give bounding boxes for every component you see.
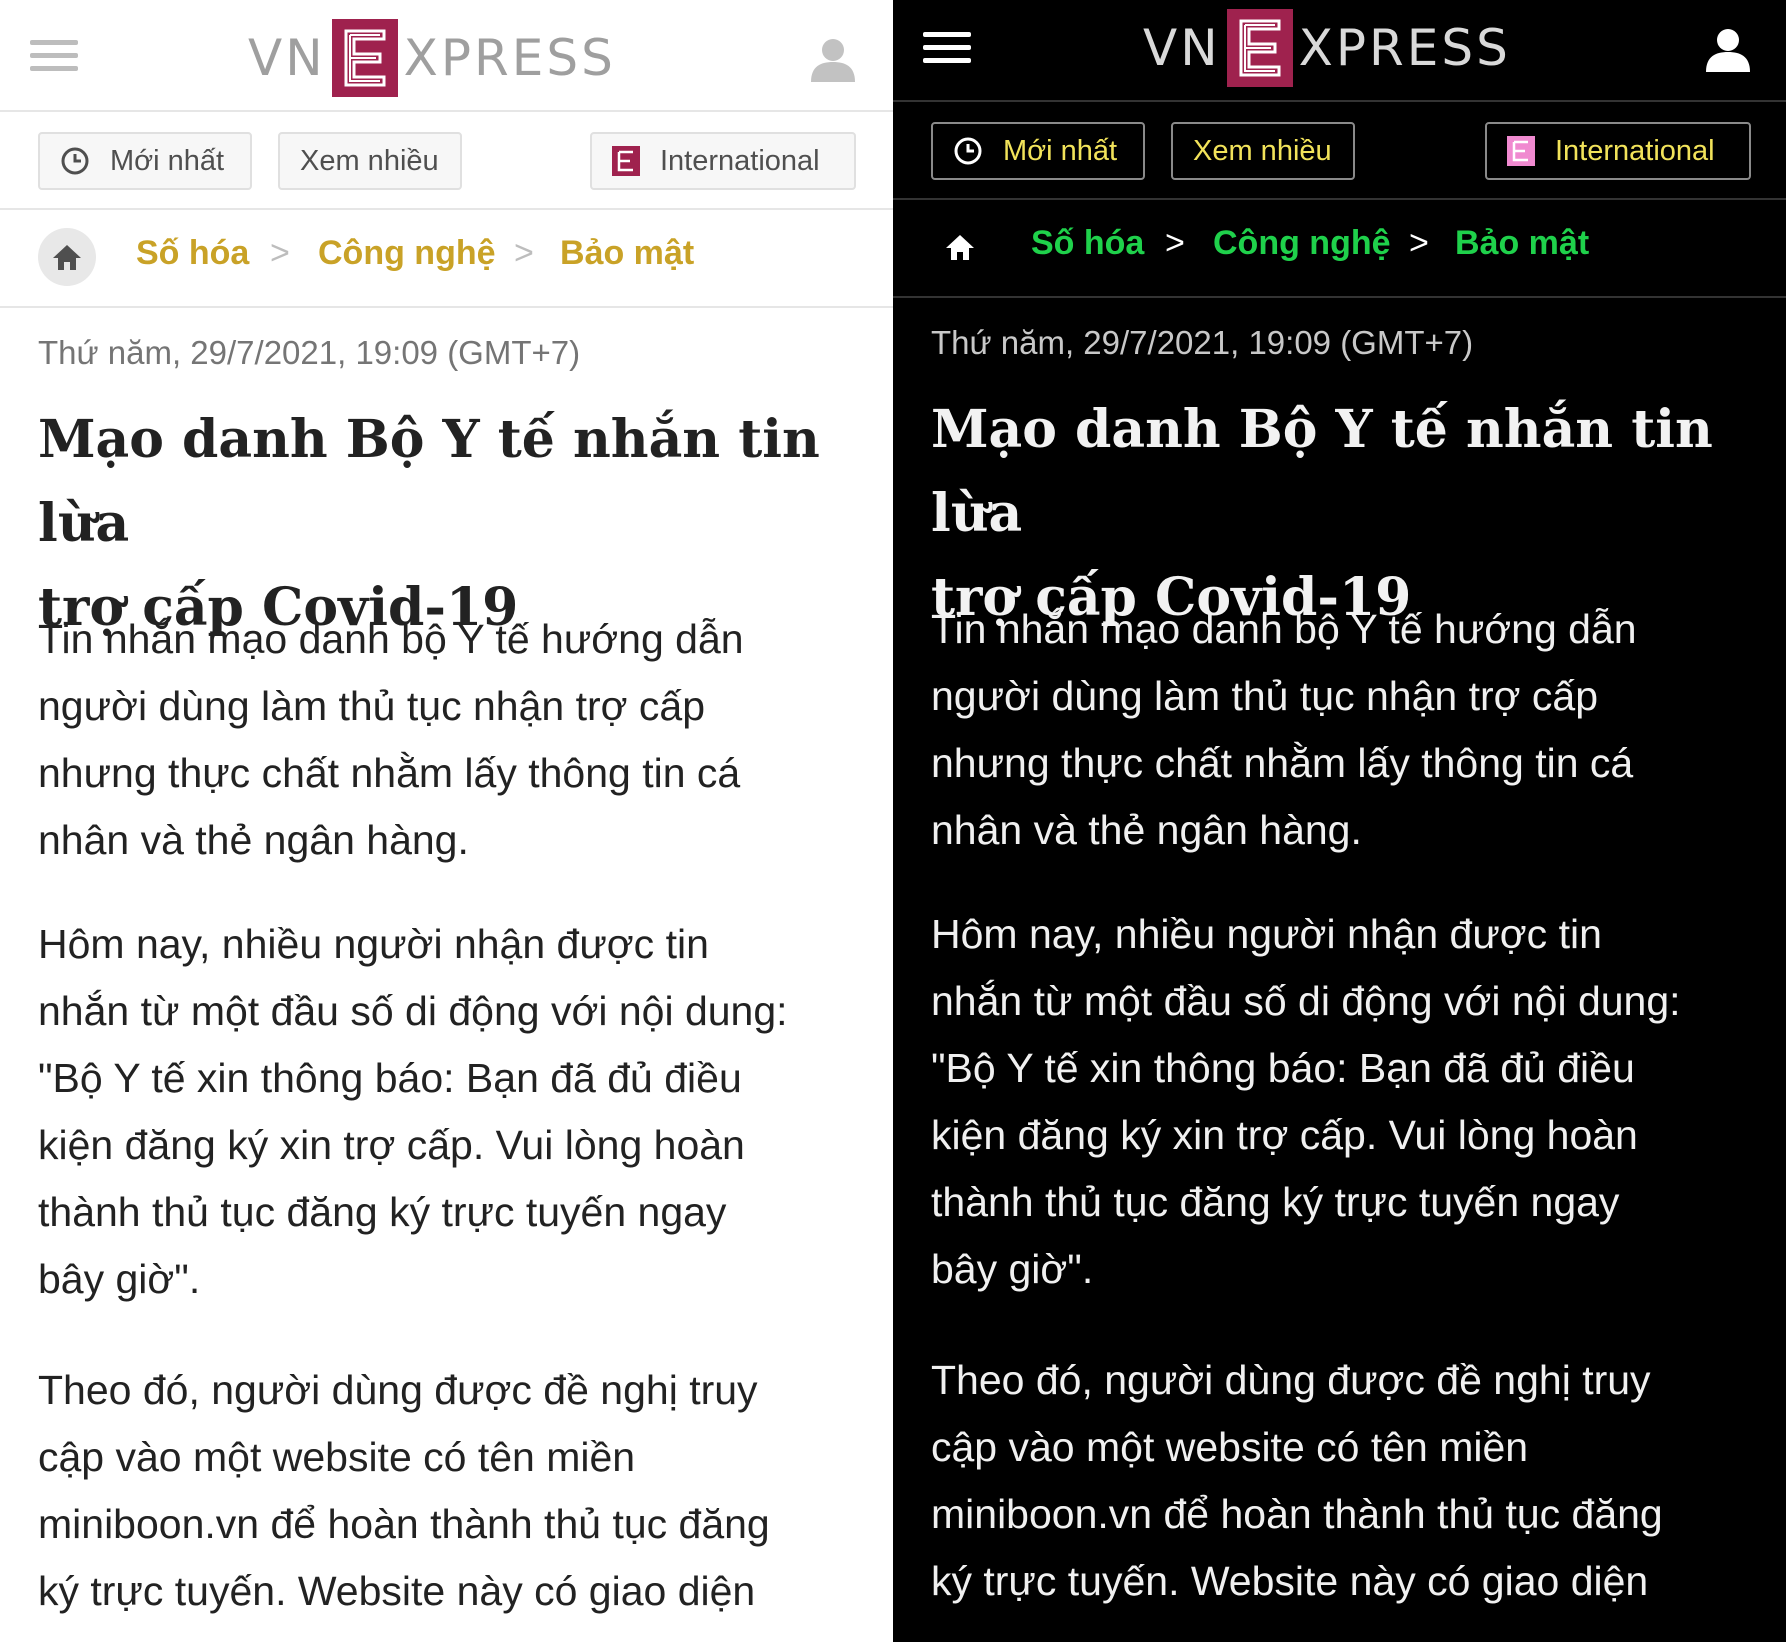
article-lead: Tin nhắn mạo danh bộ Y tế hướng dẫn người…: [38, 616, 744, 863]
title-line: Mạo danh Bộ Y tế nhắn tin lừa: [931, 399, 1713, 544]
article-paragraph: Hôm nay, nhiều người nhận được tin nhắn t…: [38, 921, 788, 1302]
clock-icon: [953, 136, 983, 166]
breadcrumb-separator: >: [1165, 224, 1185, 262]
article-date: Thứ năm, 29/7/2021, 19:09 (GMT+7): [931, 324, 1474, 361]
clock-icon: [60, 146, 90, 176]
international-label: International: [660, 144, 820, 177]
newest-label: Mới nhất: [110, 144, 225, 177]
e-logo-icon: [612, 146, 640, 176]
most-viewed-button[interactable]: Xem nhiều: [278, 132, 462, 190]
breadcrumb-separator: >: [514, 234, 534, 272]
logo-e-icon: [1226, 9, 1293, 87]
logo-e-icon: [331, 19, 398, 97]
title-line: Mạo danh Bộ Y tế nhắn tin lừa: [38, 409, 820, 554]
article-paragraph: Hôm nay, nhiều người nhận được tin nhắn t…: [931, 911, 1681, 1292]
navbar: Mới nhất Xem nhiều International: [893, 102, 1786, 200]
home-icon[interactable]: [931, 218, 989, 276]
international-label: International: [1555, 134, 1715, 167]
user-icon[interactable]: [1703, 24, 1753, 74]
light-mode-screenshot: VN XPRESS Mới nhất Xem nhiều Internation…: [0, 0, 893, 1642]
newest-button[interactable]: Mới nhất: [931, 122, 1145, 180]
menu-icon[interactable]: [923, 32, 971, 64]
dark-mode-screenshot: VN XPRESS Mới nhất Xem nhiều Internation…: [893, 0, 1786, 1642]
breadcrumb-separator: >: [270, 234, 290, 272]
e-logo-icon: [1507, 136, 1535, 166]
breadcrumb-item-so-hoa[interactable]: Số hóa: [136, 234, 249, 273]
breadcrumb-item-cong-nghe[interactable]: Công nghệ: [1213, 224, 1391, 263]
logo-xpress-text: XPRESS: [1298, 19, 1511, 77]
home-icon[interactable]: [38, 228, 96, 286]
most-viewed-label: Xem nhiều: [1193, 134, 1332, 167]
vnexpress-logo[interactable]: VN XPRESS: [248, 18, 616, 98]
logo-xpress-text: XPRESS: [403, 29, 616, 87]
international-button[interactable]: International: [590, 132, 856, 190]
breadcrumb-separator: >: [1409, 224, 1429, 262]
international-button[interactable]: International: [1485, 122, 1751, 180]
user-icon[interactable]: [808, 34, 858, 84]
newest-button[interactable]: Mới nhất: [38, 132, 252, 190]
newest-label: Mới nhất: [1003, 134, 1118, 167]
menu-icon[interactable]: [30, 40, 78, 72]
breadcrumb-item-bao-mat[interactable]: Bảo mật: [560, 234, 694, 273]
logo-vn-text: VN: [248, 29, 326, 87]
article-paragraph: Theo đó, người dùng được đề nghị truy cập…: [931, 1357, 1663, 1604]
breadcrumb-item-bao-mat[interactable]: Bảo mật: [1455, 224, 1589, 263]
navbar: Mới nhất Xem nhiều International: [0, 112, 893, 210]
most-viewed-label: Xem nhiều: [300, 144, 439, 177]
article-lead: Tin nhắn mạo danh bộ Y tế hướng dẫn người…: [931, 606, 1637, 853]
article-date: Thứ năm, 29/7/2021, 19:09 (GMT+7): [38, 334, 581, 371]
header: VN XPRESS: [893, 0, 1786, 102]
most-viewed-button[interactable]: Xem nhiều: [1171, 122, 1355, 180]
vnexpress-logo[interactable]: VN XPRESS: [1143, 8, 1511, 88]
article-paragraph: Theo đó, người dùng được đề nghị truy cập…: [38, 1367, 770, 1614]
breadcrumb-item-cong-nghe[interactable]: Công nghệ: [318, 234, 496, 273]
header: VN XPRESS: [0, 0, 893, 112]
breadcrumb-item-so-hoa[interactable]: Số hóa: [1031, 224, 1144, 263]
logo-vn-text: VN: [1143, 19, 1221, 77]
breadcrumb: Số hóa > Công nghệ > Bảo mật: [893, 200, 1786, 298]
breadcrumb: Số hóa > Công nghệ > Bảo mật: [0, 210, 893, 308]
